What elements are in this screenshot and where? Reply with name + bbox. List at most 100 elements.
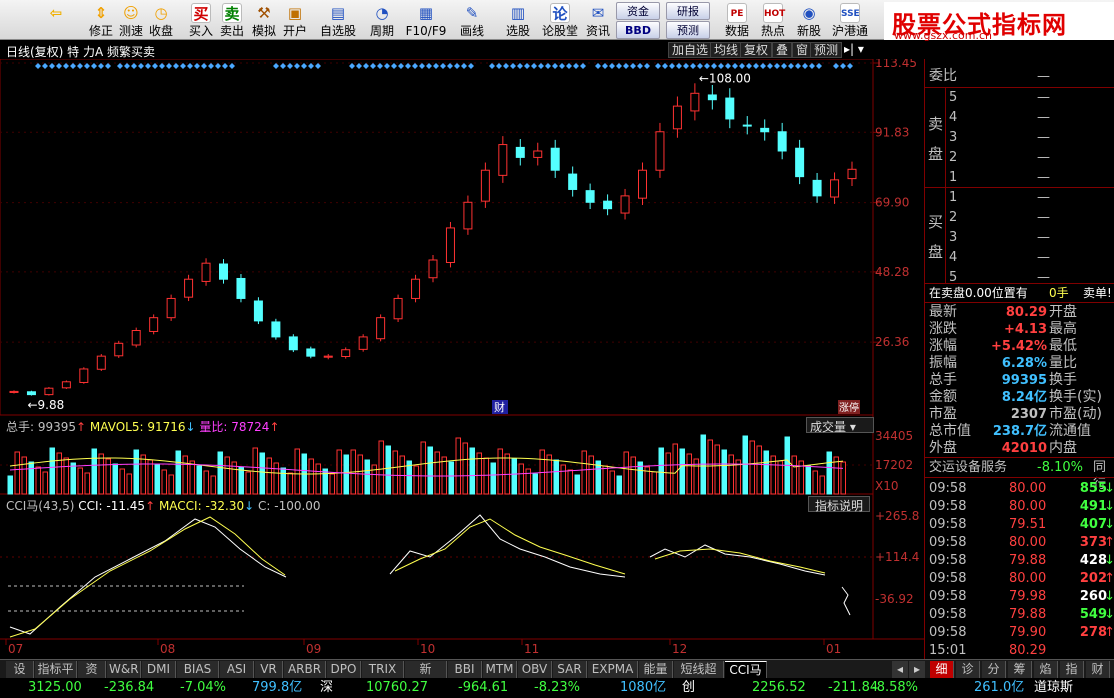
toolbar-button-18[interactable]: SSE 沪港通	[830, 0, 870, 40]
indicator-tab-4[interactable]: DMI	[142, 661, 176, 678]
toolbar-button-17[interactable]: ◉ 新股	[794, 0, 824, 40]
indicator-tab-19[interactable]: CCI马	[725, 661, 767, 678]
detail-tab-4[interactable]: 焰	[1034, 661, 1058, 678]
toolbar-small-button-0[interactable]: 资金	[616, 2, 660, 20]
toolbar-button-5[interactable]: 卖卖出	[217, 0, 247, 40]
toolbar-button-13[interactable]: 论论股堂	[540, 0, 580, 40]
status-value-0: 3125.00	[28, 680, 82, 695]
indicator-tab-18[interactable]: 短线超级1	[674, 661, 724, 693]
signal-diamond	[117, 63, 123, 69]
detail-tab-2[interactable]: 分	[982, 661, 1006, 678]
tick-price: 80.00	[1009, 535, 1047, 550]
chart-option-1[interactable]: 均线	[710, 42, 743, 58]
status-value-4: 深	[320, 680, 334, 695]
volume-bar	[259, 452, 265, 495]
toolbar-button-4[interactable]: 买买入	[186, 0, 216, 40]
toolbar-button-10[interactable]: ▦ F10/F9	[404, 0, 448, 40]
select-stock-icon: ▥	[510, 4, 526, 22]
signal-diamond	[809, 63, 815, 69]
chart-option-2[interactable]: 复权	[740, 42, 773, 58]
candle	[812, 172, 822, 203]
indicator-tab-9[interactable]: DPO	[327, 661, 361, 678]
signal-diamond	[84, 63, 90, 69]
indicator-tab-8[interactable]: ARBR	[284, 661, 326, 678]
status-value-1: -236.84	[104, 680, 155, 695]
toolbar-button-11[interactable]: ✎ 画线	[452, 0, 492, 40]
indicator-tab-11[interactable]: 新DMA	[405, 661, 447, 693]
signal-diamond	[152, 63, 158, 69]
sell-level-value: —	[1037, 130, 1050, 145]
toolbar-button-3[interactable]: ◷ 收盘	[146, 0, 176, 40]
x-axis-label: 11	[524, 642, 539, 656]
chart-option-5[interactable]: 预测	[810, 42, 843, 58]
candle	[184, 274, 194, 302]
tab-scroll-left-icon[interactable]: ◂	[892, 661, 908, 678]
toolbar-button-9[interactable]: ◔ 周期	[362, 0, 402, 40]
indicator-tab-16[interactable]: EXPMA	[588, 661, 638, 678]
candle	[777, 122, 787, 160]
chart-nav-icon[interactable]: ▸| ▾	[844, 42, 864, 56]
sector-name[interactable]: 交运设备服务	[929, 459, 1007, 476]
signal-diamond	[180, 63, 186, 69]
volume-bar	[707, 439, 713, 495]
status-value-10: 2256.52	[752, 680, 806, 695]
status-value-2: -7.04%	[180, 680, 226, 695]
toolbar-small-button-3[interactable]: 预测	[666, 21, 710, 39]
price-axis-label: 26.36	[875, 335, 909, 349]
indicator-selector[interactable]: 成交量 ▾	[806, 417, 874, 434]
tab-scroll-right-icon[interactable]: ▸	[909, 661, 925, 678]
signal-diamond	[173, 63, 179, 69]
quote-key: 涨跌	[929, 321, 957, 337]
indicator-tab-14[interactable]: OBV	[518, 661, 552, 678]
chart-canvas[interactable]: 26.36 48.28 69.90 91.83 113.45 ←108.00 ←9.88 财 涨…	[0, 59, 924, 659]
signal-diamond	[552, 63, 558, 69]
toolbar-button-label: 测速	[118, 24, 143, 38]
tick-time: 09:58	[929, 517, 967, 532]
toolbar-button-15[interactable]: PE 数据	[722, 0, 752, 40]
indicator-tab-15[interactable]: SAR	[553, 661, 587, 678]
indicator-tab-1[interactable]: 指标平台	[35, 661, 77, 693]
detail-tab-0[interactable]: 细	[930, 661, 954, 678]
toolbar-button-14[interactable]: ✉ 资讯	[580, 0, 616, 40]
signal-diamond	[208, 63, 214, 69]
toolbar-small-button-2[interactable]: 研报	[666, 2, 710, 20]
status-value-11: -211.84	[828, 680, 879, 695]
status-value-13: 261.0亿	[974, 680, 1025, 695]
toolbar-button-0[interactable]: ⇦	[36, 0, 76, 40]
chart-option-4[interactable]: 窗	[792, 42, 813, 58]
volume-bar	[448, 461, 454, 495]
indicator-tab-13[interactable]: MTM	[483, 661, 517, 678]
toolbar-small-button-1[interactable]: BBD	[616, 21, 660, 39]
signal-diamond	[609, 63, 615, 69]
detail-tab-1[interactable]: 诊	[956, 661, 980, 678]
volume-bar	[812, 470, 818, 495]
quote-row: 15:01 80.29	[925, 642, 1114, 659]
detail-tab-5[interactable]: 指	[1060, 661, 1084, 678]
quote-row: 委比 —	[925, 68, 1114, 85]
toolbar-button-1[interactable]: ⇕ 修正	[86, 0, 116, 40]
toolbar-button-16[interactable]: HOT 热点	[758, 0, 788, 40]
indicator-tab-10[interactable]: TRIX	[362, 661, 404, 678]
indicator-tab-7[interactable]: VR	[255, 661, 283, 678]
toolbar-button-12[interactable]: ▥ 选股	[500, 0, 536, 40]
toolbar-button-2[interactable]: ☺ 测速	[116, 0, 146, 40]
indicator-tab-0[interactable]: 设置	[6, 661, 34, 693]
indicator-tab-17[interactable]: 能量2	[639, 661, 673, 693]
signal-diamond	[145, 63, 151, 69]
indicator-tab-6[interactable]: ASI	[220, 661, 254, 678]
quote-key: 金额	[929, 389, 957, 405]
toolbar-button-7[interactable]: ▣ 开户	[280, 0, 310, 40]
chart-option-3[interactable]: 叠	[772, 42, 793, 58]
indicator-help-button[interactable]: 指标说明	[808, 496, 870, 513]
detail-tab-6[interactable]: 财	[1086, 661, 1110, 678]
detail-tab-3[interactable]: 筹	[1008, 661, 1032, 678]
quote-key-2: 换手	[1049, 372, 1077, 388]
indicator-tab-5[interactable]: BIAS	[177, 661, 219, 678]
toolbar-button-6[interactable]: ⚒ 模拟	[249, 0, 279, 40]
indicator-tab-12[interactable]: BBI	[448, 661, 482, 678]
chart-option-0[interactable]: 加自选	[668, 42, 713, 58]
candle	[323, 354, 333, 360]
toolbar-button-8[interactable]: ▤ 自选股	[318, 0, 358, 40]
indicator-tab-3[interactable]: W&R	[107, 661, 141, 678]
indicator-tab-2[interactable]: 资讯	[78, 661, 106, 693]
